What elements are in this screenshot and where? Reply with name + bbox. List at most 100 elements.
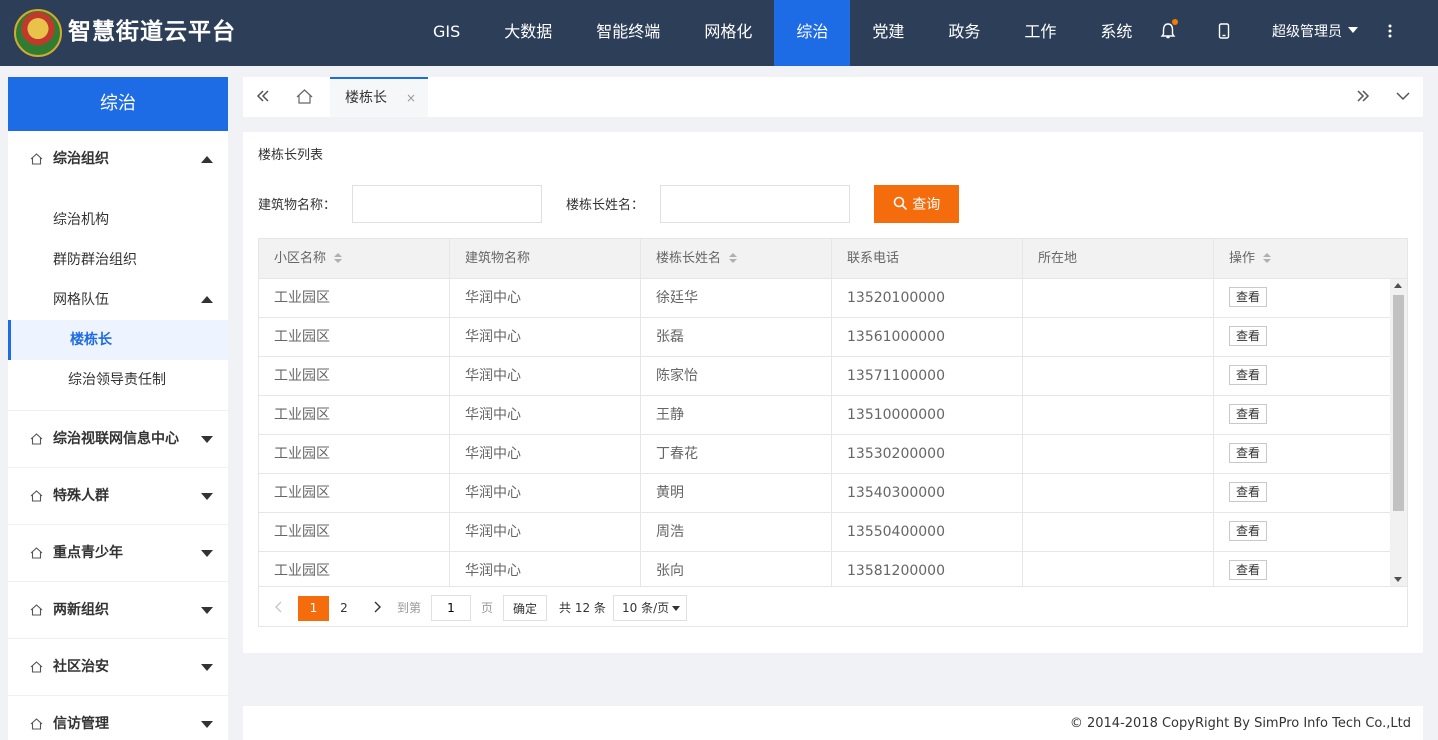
more-vertical-icon[interactable] — [1380, 22, 1400, 42]
table-row: 工业园区 华润中心 黄明 13540300000 查看 — [259, 474, 1391, 513]
cell-building: 华润中心 — [450, 435, 641, 474]
scroll-left-icon[interactable] — [243, 77, 283, 117]
nav-item-comprehensive-governance[interactable]: 综治 — [774, 0, 851, 66]
home-icon — [30, 433, 43, 445]
cell-location — [1023, 357, 1214, 396]
nav-item-system[interactable]: 系统 — [1078, 0, 1154, 66]
page-button-2[interactable]: 2 — [334, 596, 354, 621]
view-button[interactable]: 查看 — [1229, 326, 1268, 346]
caret-up-icon — [201, 156, 213, 163]
tablet-icon[interactable] — [1214, 22, 1234, 42]
cell-phone: 13540300000 — [832, 474, 1023, 513]
sidebar-group-label: 综治视联网信息中心 — [53, 431, 179, 447]
cell-phone: 13520100000 — [832, 279, 1023, 318]
nav-item-work[interactable]: 工作 — [1002, 0, 1078, 66]
sort-icon[interactable] — [1263, 253, 1272, 263]
cell-phone: 13530200000 — [832, 435, 1023, 474]
table-scrollbar[interactable] — [1390, 279, 1407, 586]
table-row: 工业园区 华润中心 张向 13581200000 查看 — [259, 552, 1391, 586]
page-size-select[interactable]: 10 条/页 — [613, 595, 687, 621]
view-button[interactable]: 查看 — [1229, 365, 1268, 385]
sidebar-item-building-head[interactable]: 楼栋长 — [8, 320, 228, 360]
emblem-logo — [14, 9, 62, 57]
sidebar-item-zongzhi-agency[interactable]: 综治机构 — [8, 200, 228, 240]
cell-phone: 13561000000 — [832, 318, 1023, 357]
sidebar-item-grid-team[interactable]: 网格队伍 — [8, 280, 228, 320]
cell-actions: 查看 — [1214, 396, 1391, 435]
cell-building: 华润中心 — [450, 552, 641, 586]
cell-building: 华润中心 — [450, 279, 641, 318]
pagination: 1 2 到第 页 确定 共 12 条 10 条/页 — [259, 586, 1407, 626]
sidebar-group-special-population[interactable]: 特殊人群 — [8, 468, 228, 525]
scroll-down-icon[interactable] — [1394, 577, 1402, 582]
cell-community: 工业园区 — [259, 318, 450, 357]
scroll-up-icon[interactable] — [1394, 283, 1402, 288]
cell-actions: 查看 — [1214, 357, 1391, 396]
nav-item-government-affairs[interactable]: 政务 — [926, 0, 1002, 66]
cell-community: 工业园区 — [259, 279, 450, 318]
sidebar-group-petition[interactable]: 信访管理 — [8, 696, 228, 740]
prev-page-icon[interactable] — [272, 596, 286, 621]
view-button[interactable]: 查看 — [1229, 443, 1268, 463]
home-tab-icon[interactable] — [296, 89, 313, 104]
bell-icon[interactable] — [1158, 19, 1178, 42]
view-button[interactable]: 查看 — [1229, 287, 1268, 307]
sidebar-group-zongzhi-org[interactable]: 综治组织 — [8, 131, 228, 188]
nav-item-smart-terminal[interactable]: 智能终端 — [574, 0, 682, 66]
view-button[interactable]: 查看 — [1229, 521, 1268, 541]
chevron-down-icon[interactable] — [1383, 77, 1423, 117]
data-table: 小区名称 建筑物名称 楼栋长姓名 联系电话 所在地 操作 工业园区 华润中心 徐廷华… — [258, 238, 1408, 627]
sort-icon[interactable] — [334, 253, 343, 263]
column-header-location: 所在地 — [1023, 239, 1214, 279]
building-head-name-input[interactable] — [660, 185, 850, 223]
cell-building: 华润中心 — [450, 474, 641, 513]
query-button-label: 查询 — [912, 197, 941, 213]
home-icon — [30, 153, 43, 165]
query-button[interactable]: 查询 — [874, 185, 959, 223]
notification-dot — [1172, 19, 1178, 25]
nav-item-gis[interactable]: GIS — [411, 0, 482, 66]
page-button-1[interactable]: 1 — [298, 596, 329, 621]
tab-label: 楼栋长 — [345, 90, 387, 106]
cell-building: 华润中心 — [450, 357, 641, 396]
cell-phone: 13571100000 — [832, 357, 1023, 396]
view-button[interactable]: 查看 — [1229, 482, 1268, 502]
table-row: 工业园区 华润中心 周浩 13550400000 查看 — [259, 513, 1391, 552]
sidebar-group-two-new-orgs[interactable]: 两新组织 — [8, 582, 228, 639]
sidebar-group-label: 信访管理 — [53, 716, 109, 732]
sidebar-item-leadership-responsibility[interactable]: 综治领导责任制 — [8, 360, 228, 400]
view-button[interactable]: 查看 — [1229, 560, 1268, 580]
tab-building-head[interactable]: 楼栋长 × — [330, 77, 428, 117]
panel-title: 楼栋长列表 — [258, 148, 324, 163]
sidebar-group-video-network[interactable]: 综治视联网信息中心 — [8, 411, 228, 468]
next-page-icon[interactable] — [369, 596, 385, 621]
scrollbar-thumb[interactable] — [1393, 295, 1404, 511]
table-body: 工业园区 华润中心 徐廷华 13520100000 查看 工业园区 华润中心 张磊 135610… — [259, 279, 1391, 586]
nav-item-party-building[interactable]: 党建 — [850, 0, 926, 66]
user-menu[interactable]: 超级管理员 — [1272, 22, 1358, 42]
table-row: 工业园区 华润中心 陈家怡 13571100000 查看 — [259, 357, 1391, 396]
sidebar-group-key-youth[interactable]: 重点青少年 — [8, 525, 228, 582]
sort-icon[interactable] — [729, 253, 738, 263]
cell-phone: 13510000000 — [832, 396, 1023, 435]
scroll-right-icon[interactable] — [1343, 77, 1383, 117]
goto-confirm-button[interactable]: 确定 — [503, 595, 548, 621]
cell-phone: 13581200000 — [832, 552, 1023, 586]
nav-item-big-data[interactable]: 大数据 — [482, 0, 574, 66]
column-header-community[interactable]: 小区名称 — [259, 239, 450, 279]
goto-page-input[interactable] — [431, 595, 471, 621]
sidebar-item-mass-prevention[interactable]: 群防群治组织 — [8, 240, 228, 280]
cell-actions: 查看 — [1214, 435, 1391, 474]
nav-item-gridding[interactable]: 网格化 — [682, 0, 774, 66]
cell-actions: 查看 — [1214, 474, 1391, 513]
home-icon — [30, 604, 43, 616]
view-button[interactable]: 查看 — [1229, 404, 1268, 424]
cell-actions: 查看 — [1214, 552, 1391, 586]
cell-head-name: 张向 — [641, 552, 832, 586]
building-name-input[interactable] — [352, 185, 542, 223]
column-header-head-name[interactable]: 楼栋长姓名 — [641, 239, 832, 279]
sidebar-group-community-security[interactable]: 社区治安 — [8, 639, 228, 696]
page-size-value: 10 条/页 — [622, 601, 670, 615]
column-header-actions[interactable]: 操作 — [1214, 239, 1391, 279]
close-icon[interactable]: × — [406, 79, 416, 117]
